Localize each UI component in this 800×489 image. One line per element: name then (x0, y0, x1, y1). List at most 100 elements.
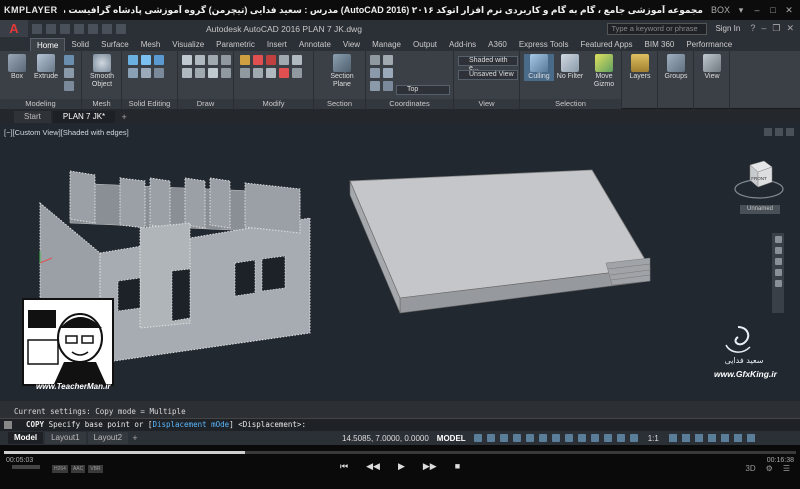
line-icon[interactable] (182, 55, 192, 65)
tab-visualize[interactable]: Visualize (166, 38, 210, 51)
array-icon[interactable] (266, 68, 276, 78)
stop-icon[interactable]: ■ (455, 461, 460, 472)
polar-icon[interactable] (512, 434, 521, 442)
redo-icon[interactable] (116, 23, 126, 34)
customize-icon[interactable] (746, 434, 755, 442)
fillet-icon[interactable] (292, 55, 302, 65)
annotation-scale[interactable]: 1:1 (648, 434, 659, 443)
no-filter-tool[interactable]: No Filter (554, 54, 586, 81)
floor-slab-model[interactable] (349, 169, 651, 314)
ellipse-icon[interactable] (221, 68, 231, 78)
tab-express-tools[interactable]: Express Tools (513, 38, 575, 51)
application-menu-button[interactable]: A (0, 20, 28, 37)
polyline-icon[interactable] (195, 55, 205, 65)
command-input[interactable]: COPY Specify base point or [Displacement… (0, 418, 800, 431)
hardware-acceleration-icon[interactable] (720, 434, 729, 442)
circle-icon[interactable] (208, 55, 218, 65)
tab-mesh[interactable]: Mesh (135, 38, 167, 51)
maximize-icon[interactable] (775, 128, 783, 136)
mirror-icon[interactable] (279, 55, 289, 65)
open-icon[interactable] (46, 23, 56, 34)
units-icon[interactable] (694, 434, 703, 442)
rotate-icon[interactable] (253, 55, 263, 65)
dynamic-ucs-icon[interactable] (616, 434, 625, 442)
box-label[interactable]: BOX (711, 5, 730, 16)
groups-tool[interactable]: Groups (661, 54, 691, 81)
3d-icon[interactable]: 3D (745, 464, 755, 473)
ucs-world-icon[interactable] (383, 55, 393, 65)
tab-home[interactable]: Home (30, 38, 66, 51)
help-icon[interactable]: ? (750, 23, 755, 34)
undo-icon[interactable] (102, 23, 112, 34)
pan-icon[interactable] (774, 247, 782, 254)
save-icon[interactable] (60, 23, 70, 34)
close-icon[interactable]: ✕ (784, 5, 794, 16)
seek-bar[interactable] (4, 451, 796, 454)
ucs-z-icon[interactable] (370, 81, 380, 91)
ucs-y-icon[interactable] (383, 68, 393, 78)
thicken-icon[interactable] (141, 68, 151, 78)
file-tab-plan[interactable]: PLAN 7 JK* (52, 111, 116, 123)
fast-forward-icon[interactable]: ▶▶ (423, 461, 437, 472)
tab-bim-360[interactable]: BIM 360 (639, 38, 681, 51)
annotation-visibility-icon[interactable] (629, 434, 638, 442)
lineweight-icon[interactable] (564, 434, 573, 442)
presspull-icon[interactable] (64, 55, 74, 65)
saveas-icon[interactable] (74, 23, 84, 34)
annotation-monitor-icon[interactable] (681, 434, 690, 442)
tab-output[interactable]: Output (407, 38, 443, 51)
interfere-icon[interactable] (154, 68, 164, 78)
isodraft-icon[interactable] (525, 434, 534, 442)
rewind-icon[interactable]: ◀◀ (366, 461, 380, 472)
tab-add-ins[interactable]: Add-ins (443, 38, 482, 51)
tab-parametric[interactable]: Parametric (210, 38, 261, 51)
rectangle-icon[interactable] (182, 68, 192, 78)
steering-wheel-icon[interactable] (774, 236, 782, 243)
snap-icon[interactable] (486, 434, 495, 442)
ucs-icon[interactable] (370, 55, 380, 65)
tab-a360[interactable]: A360 (482, 38, 513, 51)
view-direction-dropdown[interactable]: Top (396, 85, 450, 95)
osnap-icon[interactable] (551, 434, 560, 442)
stretch-icon[interactable] (240, 68, 250, 78)
spline-icon[interactable] (208, 68, 218, 78)
option-displacement[interactable]: Displacement (152, 420, 206, 429)
maximize-icon[interactable]: □ (768, 5, 778, 16)
settings-icon[interactable]: ⚙ (766, 464, 773, 473)
search-input[interactable]: Type a keyword or phrase (607, 22, 708, 35)
subtract-icon[interactable] (141, 55, 151, 65)
model-scene[interactable] (0, 123, 800, 401)
wrench-icon[interactable] (4, 421, 12, 429)
workspace-icon[interactable] (668, 434, 677, 442)
tab-insert[interactable]: Insert (261, 38, 293, 51)
minimize-icon[interactable]: – (752, 5, 762, 16)
close-icon[interactable]: ✕ (786, 23, 794, 34)
revolve-icon[interactable] (64, 81, 74, 91)
move-icon[interactable] (240, 55, 250, 65)
3d-osnap-icon[interactable] (603, 434, 612, 442)
layout-tab-layout1[interactable]: Layout1 (45, 432, 86, 444)
box-tool[interactable]: Box (2, 54, 32, 81)
play-icon[interactable]: ▶ (398, 461, 405, 472)
sign-in-button[interactable]: Sign In (715, 24, 740, 33)
section-plane-tool[interactable]: Section Plane (324, 54, 360, 89)
file-tab-start[interactable]: Start (14, 111, 51, 123)
smooth-object-tool[interactable]: Smooth Object (85, 54, 119, 89)
isolate-icon[interactable] (707, 434, 716, 442)
model-space-button[interactable]: MODEL (437, 434, 466, 443)
new-layout-button[interactable]: + (128, 432, 142, 444)
previous-icon[interactable]: ⏮ (340, 461, 348, 472)
tab-performance[interactable]: Performance (680, 38, 738, 51)
ucs-x-icon[interactable] (370, 68, 380, 78)
clean-screen-icon[interactable] (733, 434, 742, 442)
ortho-icon[interactable] (499, 434, 508, 442)
arc-icon[interactable] (221, 55, 231, 65)
erase-icon[interactable] (279, 68, 289, 78)
minimize-icon[interactable] (764, 128, 772, 136)
saved-view-dropdown[interactable]: Unsaved View (458, 70, 518, 80)
playlist-icon[interactable]: ☰ (783, 464, 790, 473)
slice-icon[interactable] (128, 68, 138, 78)
print-icon[interactable] (88, 23, 98, 34)
move-gizmo-tool[interactable]: Move Gizmo (588, 54, 620, 89)
showmotion-icon[interactable] (774, 280, 782, 287)
